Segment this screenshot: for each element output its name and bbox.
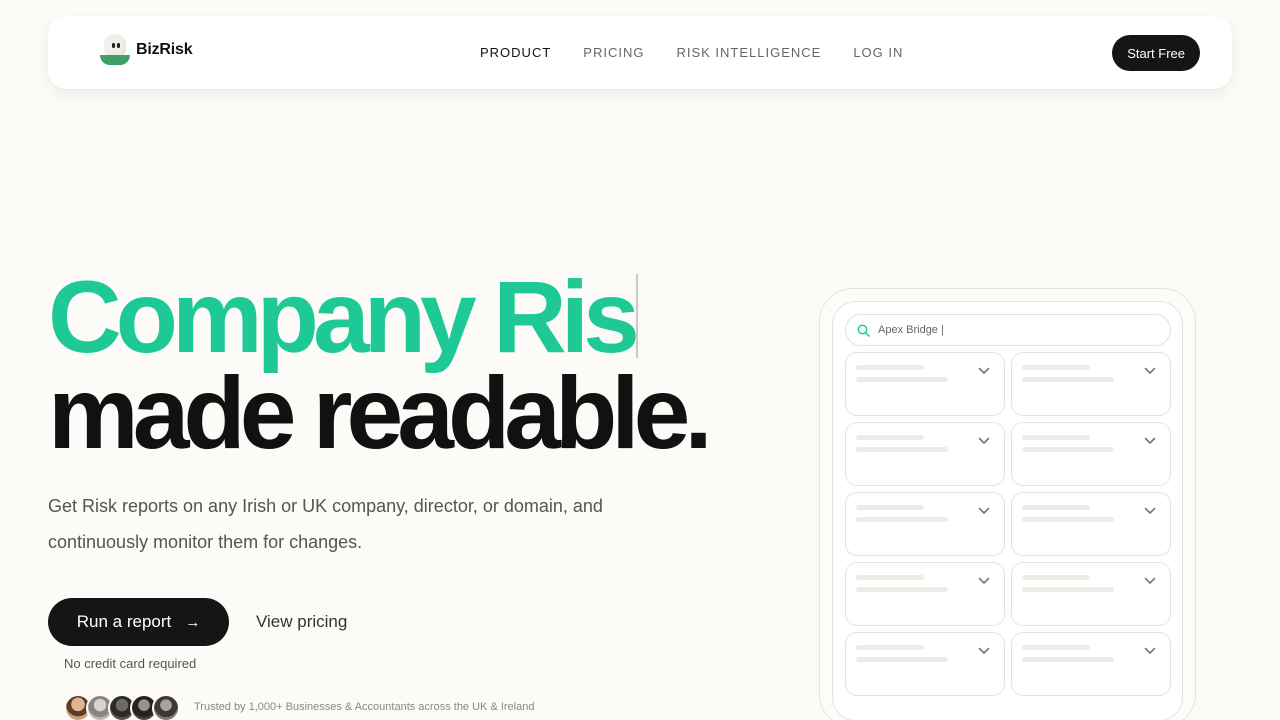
placeholder-line [856,575,924,580]
chevron-down-icon [1144,507,1156,514]
placeholder-line [856,447,948,452]
chevron-down-icon [1144,437,1156,444]
smiley-logo-icon [100,34,130,66]
hero-subtitle: Get Risk reports on any Irish or UK comp… [48,496,603,552]
placeholder-line [1022,447,1114,452]
chevron-down-icon [978,437,990,444]
placeholder-line [856,505,924,510]
nav-link-product[interactable]: PRODUCT [480,45,551,60]
mockup-card[interactable] [1011,562,1171,626]
placeholder-line [1022,435,1090,440]
nav-link-pricing[interactable]: PRICING [583,45,644,60]
product-mockup: Apex Bridge | [819,288,1196,720]
mockup-search-bar[interactable]: Apex Bridge | [845,314,1171,346]
chevron-down-icon [978,577,990,584]
run-report-button[interactable]: Run a report → [48,598,229,646]
placeholder-line [856,365,924,370]
placeholder-line [1022,575,1090,580]
no-credit-card-note: No credit card required [64,656,197,671]
mockup-card[interactable] [1011,632,1171,696]
run-report-label: Run a report [76,612,172,631]
placeholder-line [856,377,948,382]
chevron-down-icon [978,647,990,654]
typing-caret [635,274,638,358]
chevron-down-icon [1144,367,1156,374]
arrow-right-icon: → [185,613,201,631]
placeholder-line [856,645,924,650]
view-pricing-link[interactable]: View pricing [256,612,347,632]
chevron-down-icon [978,507,990,514]
placeholder-line [1022,365,1090,370]
hero-headline-line2: made readable. [48,356,713,470]
search-icon [857,324,870,337]
mockup-card[interactable] [1011,492,1171,556]
trusted-by-text: Trusted by 1,000+ Businesses & Accountan… [194,701,535,713]
chevron-down-icon [1144,577,1156,584]
mockup-card[interactable] [845,352,1005,416]
nav-links: PRODUCT PRICING RISK INTELLIGENCE LOG IN [480,45,903,60]
placeholder-line [856,657,948,662]
mockup-card[interactable] [1011,352,1171,416]
placeholder-line [1022,377,1114,382]
placeholder-line [856,517,948,522]
mockup-search-value: Apex Bridge | [878,324,944,336]
placeholder-line [1022,517,1114,522]
mockup-card[interactable] [1011,422,1171,486]
placeholder-line [1022,505,1090,510]
mockup-card-grid [845,352,1171,696]
start-free-button[interactable]: Start Free [1112,35,1200,71]
customer-avatars [64,694,180,720]
mockup-card[interactable] [845,422,1005,486]
top-navigation: BizRisk PRODUCT PRICING RISK INTELLIGENC… [48,16,1232,89]
mockup-screen: Apex Bridge | [832,301,1183,720]
mockup-card[interactable] [845,562,1005,626]
placeholder-line [856,435,924,440]
nav-link-risk-intelligence[interactable]: RISK INTELLIGENCE [676,45,821,60]
brand-name: BizRisk [136,41,193,58]
chevron-down-icon [1144,647,1156,654]
avatar [152,694,180,720]
placeholder-line [1022,645,1090,650]
mockup-card[interactable] [845,492,1005,556]
brand[interactable]: BizRisk [100,34,193,66]
chevron-down-icon [978,367,990,374]
mockup-card[interactable] [845,632,1005,696]
placeholder-line [1022,657,1114,662]
placeholder-line [1022,587,1114,592]
placeholder-line [856,587,948,592]
nav-link-log-in[interactable]: LOG IN [853,45,903,60]
